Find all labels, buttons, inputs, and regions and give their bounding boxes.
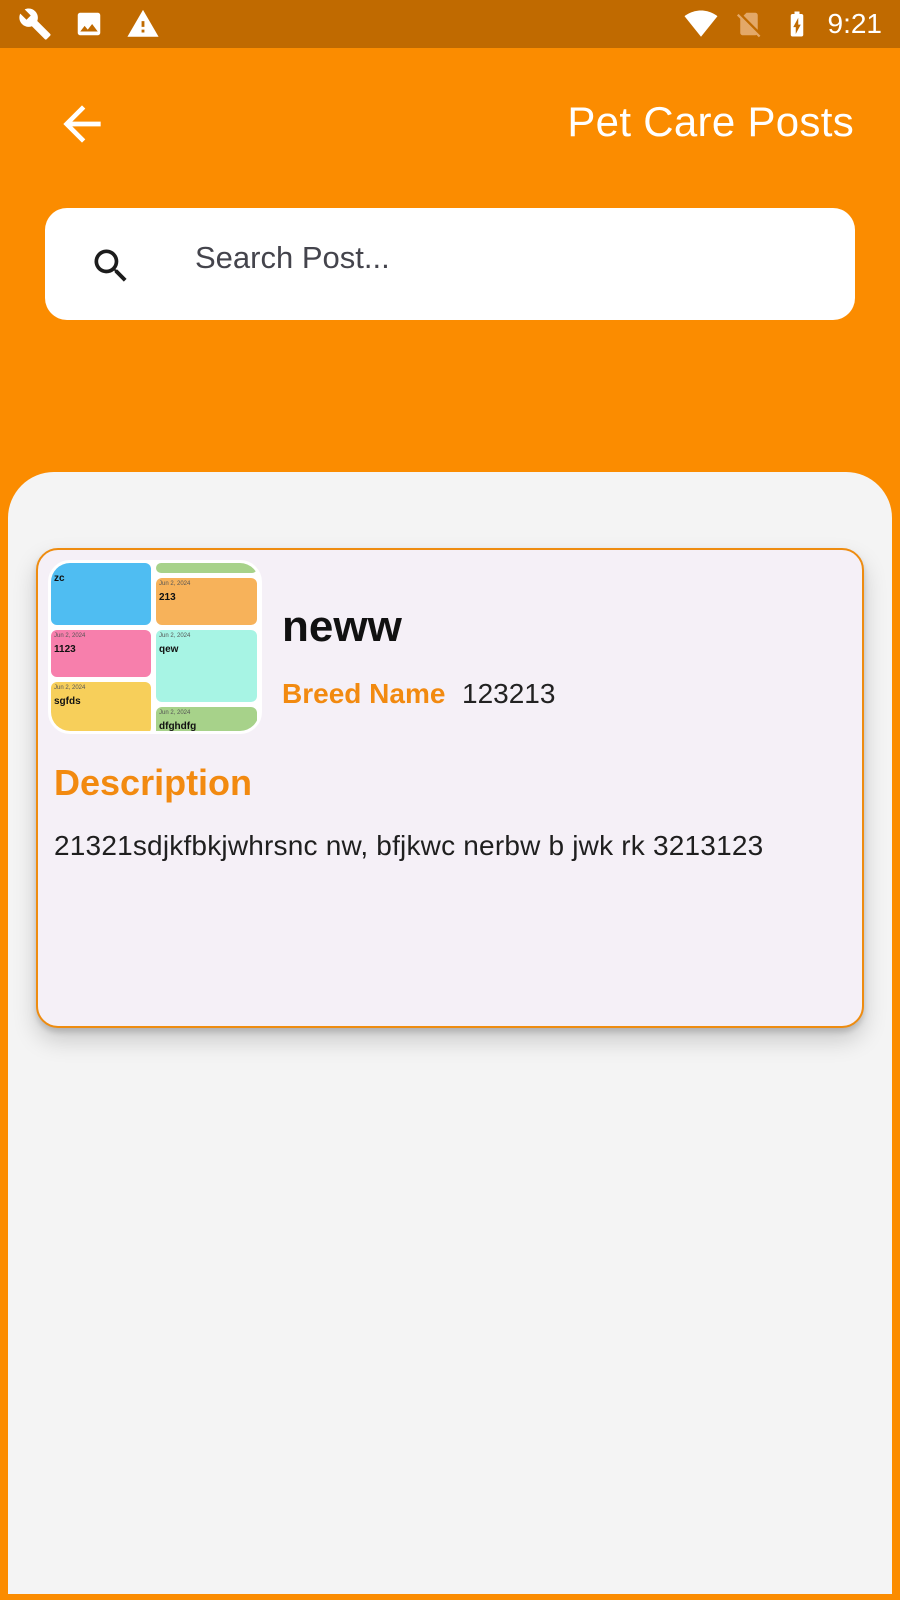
page-title: Pet Care Posts [567, 98, 854, 145]
breed-value: 123213 [462, 678, 556, 709]
status-left-icons [18, 7, 160, 41]
description-text: 21321sdjkfbkjwhrsnc nw, bfjkwc nerbw b j… [54, 830, 764, 861]
search-box[interactable] [45, 208, 855, 320]
battery-charging-icon [780, 7, 814, 41]
thumbnail-tile [156, 563, 257, 573]
description-heading: Description [54, 762, 253, 803]
search-icon [94, 249, 127, 282]
warning-icon [126, 7, 160, 41]
back-button[interactable] [52, 94, 112, 154]
status-right-icons: 9:21 [684, 7, 883, 41]
post-thumbnail: zc Jun 2, 2024 213 Jun 2, 2024 1123 Jun … [48, 560, 262, 734]
arrow-back-icon [63, 105, 101, 143]
no-sim-icon [732, 7, 766, 41]
wrench-icon [18, 7, 52, 41]
thumbnail-tile: Jun 2, 2024 213 [156, 578, 257, 625]
thumbnail-tile: Jun 2, 2024 1123 [51, 630, 151, 677]
post-card[interactable]: zc Jun 2, 2024 213 Jun 2, 2024 1123 Jun … [36, 548, 864, 1028]
wifi-icon [684, 7, 718, 41]
status-time: 9:21 [827, 8, 883, 39]
thumbnail-tile: Jun 2, 2024 dfghdfg [156, 707, 257, 731]
thumbnail-tile: zc [51, 563, 151, 625]
search-input[interactable] [195, 230, 815, 286]
status-bar: 9:21 [0, 0, 900, 48]
app-bar: Pet Care Posts [0, 48, 900, 198]
image-icon [72, 7, 106, 41]
post-title: neww [282, 602, 402, 651]
thumbnail-tile: Jun 2, 2024 qew [156, 630, 257, 702]
thumbnail-tile: Jun 2, 2024 sgfds [51, 682, 151, 731]
breed-label: Breed Name [282, 678, 446, 709]
